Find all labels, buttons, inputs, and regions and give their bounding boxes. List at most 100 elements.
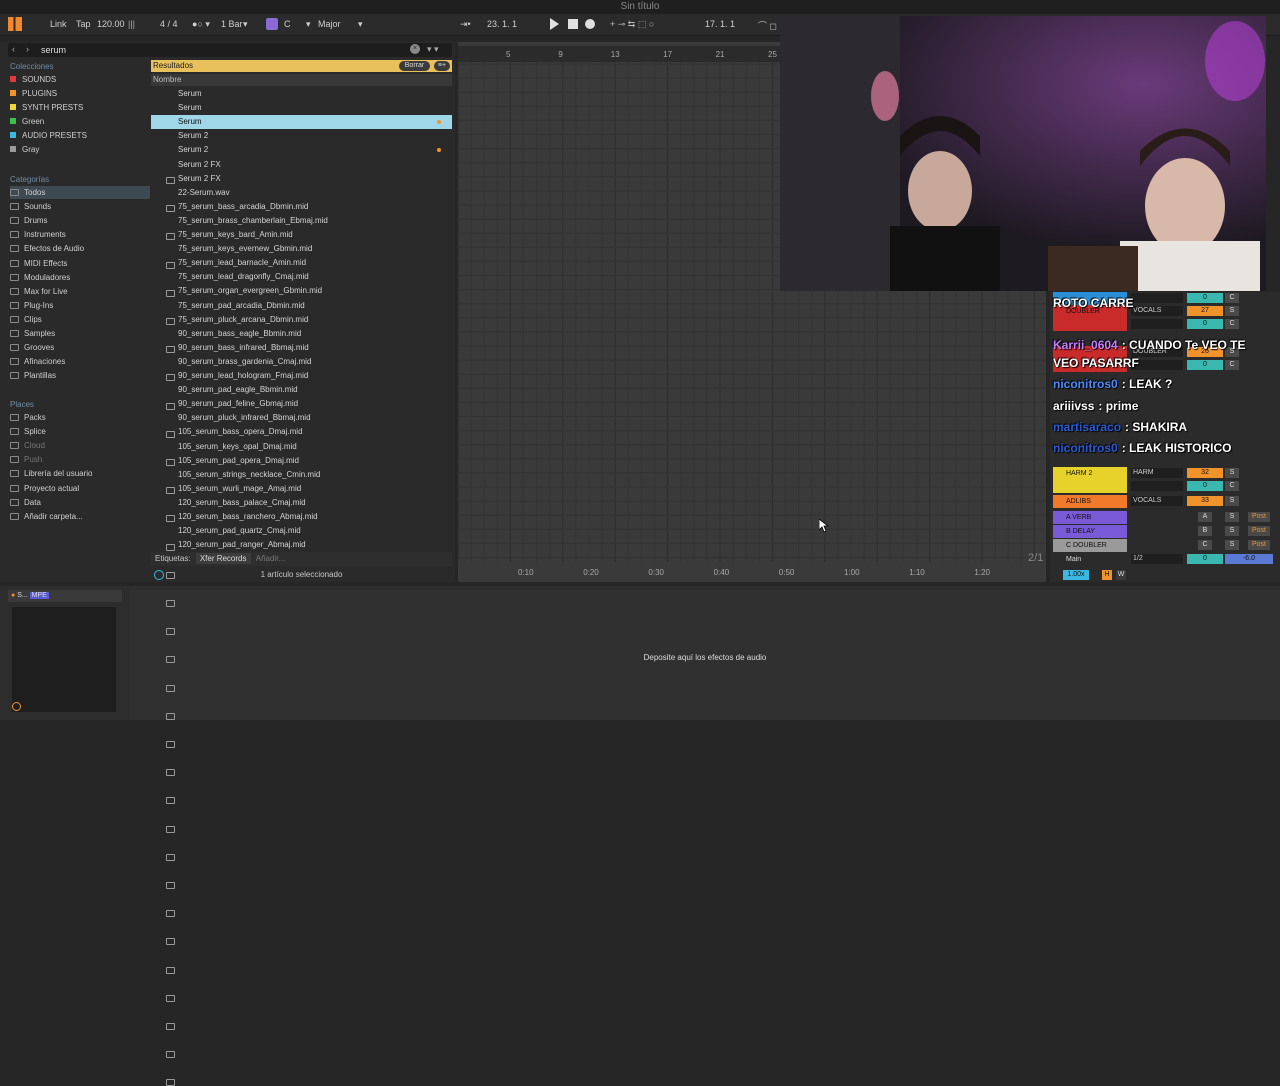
result-row[interactable]: 120_serum_bass_ranchero_Abmaj.mid [151,510,452,1030]
collection-item[interactable]: SOUNDS [10,73,150,86]
result-row[interactable]: 120_serum_pad_ranger_Abmaj.mid [151,538,452,1086]
category-item[interactable]: Todos [10,186,150,199]
category-item[interactable]: Plug-Ins [10,299,150,312]
result-row[interactable]: 90_serum_bass_infrared_Bbmaj.mid [151,341,452,692]
return-name[interactable]: C DOUBLER [1053,539,1127,552]
main-output-select[interactable]: 1/2 [1131,554,1183,564]
post-button[interactable]: Post [1248,526,1270,536]
name-column-header[interactable]: Nombre [151,74,452,86]
result-row[interactable]: 75_serum_organ_evergreen_Gbmin.mid [151,284,452,579]
forward-icon[interactable]: › [26,44,29,54]
collection-item[interactable]: AUDIO PRESETS [10,129,150,142]
result-row[interactable]: Serum [151,87,452,184]
metronome-icon[interactable]: ||| [128,19,135,29]
channel-volume[interactable]: 27 [1187,306,1223,316]
category-item[interactable]: Samples [10,327,150,340]
category-item[interactable]: Sounds [10,200,150,213]
category-item[interactable]: Drums [10,214,150,227]
power-icon[interactable]: ● [11,592,15,599]
return-letter[interactable]: B [1198,526,1212,536]
channel-input-select[interactable]: VOCALS [1131,496,1183,506]
return-letter[interactable]: A [1198,512,1212,522]
result-row[interactable]: 105_serum_keys_opal_Dmaj.mid [151,440,452,889]
zoom-level[interactable]: 1.00x [1063,570,1089,580]
chevron-down-icon[interactable]: ▾ [243,19,248,30]
key-select[interactable]: C [284,19,291,29]
back-icon[interactable]: ‹ [12,44,15,54]
time-signature-field[interactable]: 4 / 4 [160,19,178,29]
place-item[interactable]: Splice [10,425,150,438]
automation-tools-icon[interactable]: + ⊸ ⇆ ⬚ ○ [610,19,654,30]
device-knob-icon[interactable] [12,702,21,711]
scale-mode-icon[interactable] [266,18,278,30]
add-filter-icon[interactable]: ≡+ [434,61,450,71]
metronome-toggle-icon[interactable]: ●○ ▾ [192,19,210,30]
result-row[interactable]: 90_serum_lead_hologram_Fmaj.mid [151,369,452,748]
filter-icon[interactable]: ▾ ▾ [427,44,439,55]
channel-input-select[interactable]: HARM [1131,468,1183,478]
result-row[interactable]: Serum 2 FX [151,172,452,354]
collection-item[interactable]: Green [10,115,150,128]
category-item[interactable]: Afinaciones [10,355,150,368]
audio-effects-drop-zone[interactable]: Deposite aquí los efectos de audio [130,590,1280,720]
result-row[interactable]: Serum [151,115,452,241]
scale-select[interactable]: Major [318,19,341,29]
result-row[interactable]: 75_serum_brass_chamberlain_Ebmaj.mid [151,214,452,438]
link-button[interactable]: Link [50,19,67,29]
chevron-down-icon[interactable]: ▾ [358,19,363,30]
h-toggle[interactable]: H [1102,570,1112,580]
channel-input-select[interactable] [1131,293,1183,303]
channel-name[interactable]: ADLIBS [1053,495,1127,508]
add-tag-button[interactable]: Añadir... [256,554,285,563]
tap-button[interactable]: Tap [76,19,91,29]
result-row[interactable]: 120_serum_pad_quartz_Cmaj.mid [151,524,452,1059]
result-row[interactable]: 90_serum_bass_eagle_Bbmin.mid [151,327,452,664]
play-icon[interactable] [550,18,559,30]
place-item[interactable]: Push [10,453,150,466]
main-volume[interactable]: 0 [1187,554,1223,564]
result-row[interactable]: 75_serum_pad_arcadia_Dbmin.mid [151,299,452,607]
result-row[interactable]: 75_serum_lead_barnacle_Amin.mid [151,256,452,523]
collection-item[interactable]: Gray [10,143,150,156]
result-row[interactable]: 22-Serum.wav [151,186,452,382]
draw-mode-icon[interactable]: ⌒ ◻ [758,19,777,32]
record-icon[interactable] [585,19,595,29]
channel-input-select[interactable]: VOCALS [1131,306,1183,316]
channel-input-select[interactable] [1131,319,1183,329]
quantize-select[interactable]: 1 Bar [221,19,243,29]
channel-pan[interactable]: S [1225,306,1239,316]
result-row[interactable]: 90_serum_brass_gardenia_Cmaj.mid [151,355,452,720]
channel-name[interactable] [1053,318,1127,331]
category-item[interactable]: Instruments [10,228,150,241]
post-button[interactable]: Post [1248,512,1270,522]
post-button[interactable]: Post [1248,540,1270,550]
channel-name[interactable]: HARM 2 [1053,467,1127,480]
result-row[interactable]: 75_serum_lead_dragonfly_Cmaj.mid [151,270,452,551]
stop-icon[interactable] [568,19,578,29]
channel-pan[interactable]: C [1225,293,1239,303]
result-row[interactable]: 105_serum_pad_opera_Dmaj.mid [151,454,452,918]
search-input[interactable]: serum [41,45,66,55]
channel-volume[interactable]: 0 [1187,481,1223,491]
category-item[interactable]: Grooves [10,341,150,354]
category-item[interactable]: MIDI Effects [10,257,150,270]
category-item[interactable]: Clips [10,313,150,326]
result-row[interactable]: 105_serum_wurli_mage_Amaj.mid [151,482,452,974]
chevron-down-icon[interactable]: ▾ [306,19,311,30]
channel-input-select[interactable] [1131,481,1183,491]
channel-pan[interactable]: C [1225,319,1239,329]
category-item[interactable]: Efectos de Audio [10,242,150,255]
result-row[interactable]: 120_serum_bass_palace_Cmaj.mid [151,496,452,1002]
category-item[interactable]: Moduladores [10,271,150,284]
result-row[interactable]: 105_serum_bass_opera_Dmaj.mid [151,425,452,861]
result-row[interactable]: 105_serum_strings_necklace_Cmin.mid [151,468,452,946]
tempo-field[interactable]: 120.00 [97,19,125,29]
main-db[interactable]: -6.0 [1225,554,1273,564]
place-item[interactable]: Cloud [10,439,150,452]
category-item[interactable]: Plantillas [10,369,150,382]
place-item[interactable]: Añadir carpeta... [10,510,150,523]
loop-start-field[interactable]: 17. 1. 1 [705,19,735,29]
place-item[interactable]: Packs [10,411,150,424]
result-row[interactable]: 75_serum_keys_bard_Amin.mid [151,228,452,466]
result-row[interactable]: Serum [151,101,452,213]
